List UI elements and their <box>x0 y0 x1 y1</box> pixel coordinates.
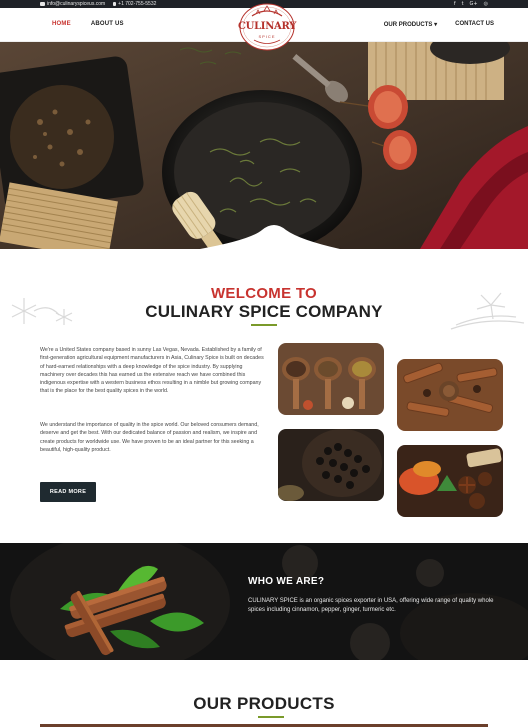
hero-banner: ↓ <box>0 42 528 249</box>
logo-wordmark: CULINARY <box>238 21 297 32</box>
nav-products-dropdown[interactable]: OUR PRODUCTS ▾ <box>384 21 437 28</box>
welcome-section: WELCOME TO CULINARY SPICE COMPANY We're … <box>0 249 528 543</box>
who-we-are-heading: WHO WE ARE? <box>248 576 325 587</box>
spoons-of-spices-image <box>278 343 384 415</box>
about-paragraph-2: We understand the importance of quality … <box>40 422 259 453</box>
nav-contact[interactable]: CONTACT US <box>455 21 494 28</box>
instagram-icon[interactable]: ◎ <box>484 0 488 8</box>
contact-info: info@culinaryspiceus.com +1 702-755-5532 <box>40 0 156 8</box>
who-we-are-section: WHO WE ARE? CULINARY SPICE is an organic… <box>0 543 528 660</box>
read-more-button[interactable]: READ MORE <box>40 482 96 502</box>
phone-icon <box>113 1 117 6</box>
company-heading: CULINARY SPICE COMPANY <box>145 302 383 321</box>
welcome-heading: WELCOME TO <box>210 285 318 302</box>
social-links: f t G+ ◎ <box>454 0 488 8</box>
nav-home[interactable]: HOME <box>52 21 71 27</box>
cinnamon-and-nutmeg-image <box>397 359 503 431</box>
site-logo[interactable]: CULINARY SPICE <box>238 2 296 52</box>
who-we-are-text: CULINARY SPICE is an organic spices expo… <box>248 598 494 613</box>
about-paragraph-1: We're a United States company based in s… <box>40 347 264 395</box>
hero-spice-image <box>0 42 528 249</box>
mail-icon <box>40 1 45 6</box>
twitter-icon[interactable]: t <box>462 0 464 8</box>
our-products-heading: OUR PRODUCTS <box>193 694 335 713</box>
heading-underline <box>251 324 277 326</box>
nav-about[interactable]: ABOUT US <box>91 21 124 27</box>
our-products-section: OUR PRODUCTS <box>0 660 528 727</box>
google-plus-icon[interactable]: G+ <box>470 0 478 8</box>
facebook-icon[interactable]: f <box>454 0 456 8</box>
email-link[interactable]: info@culinaryspiceus.com <box>40 0 105 8</box>
black-pepper-image <box>278 429 384 501</box>
mixed-spices-image <box>397 445 503 517</box>
phone-link[interactable]: +1 702-755-5532 <box>113 0 156 8</box>
logo-subtitle: SPICE <box>258 34 276 39</box>
products-heading-underline <box>258 716 284 718</box>
